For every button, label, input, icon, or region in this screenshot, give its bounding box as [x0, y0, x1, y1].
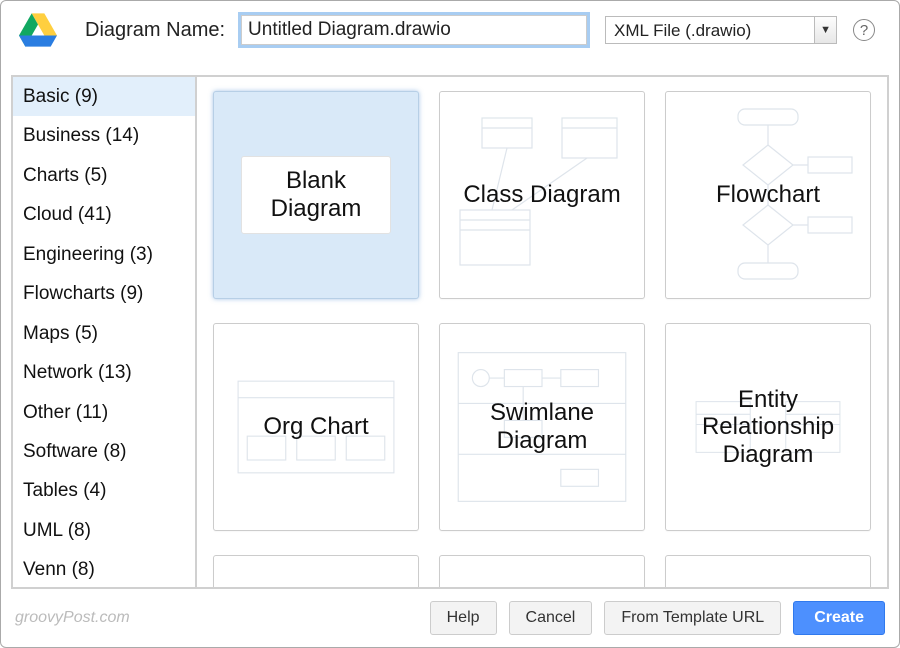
sidebar-item-maps[interactable]: Maps (5)	[13, 314, 195, 353]
template-label: Flowchart	[716, 181, 820, 209]
sidebar-item-label: Maps (5)	[23, 323, 98, 344]
template-blank-diagram[interactable]: Blank Diagram	[213, 91, 419, 299]
sidebar-item-label: Cloud (41)	[23, 204, 112, 225]
help-button[interactable]: Help	[430, 601, 497, 635]
create-button[interactable]: Create	[793, 601, 885, 635]
sidebar-item-engineering[interactable]: Engineering (3)	[13, 235, 195, 274]
template-class-diagram[interactable]: Class Diagram	[439, 91, 645, 299]
sidebar-item-flowcharts[interactable]: Flowcharts (9)	[13, 274, 195, 313]
dialog-header: Diagram Name: XML File (.drawio) ▼ ?	[1, 1, 899, 55]
template-label: Class Diagram	[463, 181, 620, 209]
sidebar-item-label: Flowcharts (9)	[23, 283, 143, 304]
sidebar-item-software[interactable]: Software (8)	[13, 432, 195, 471]
sidebar-item-cloud[interactable]: Cloud (41)	[13, 195, 195, 234]
sidebar-item-label: Business (14)	[23, 125, 139, 146]
watermark: groovyPost.com	[15, 609, 130, 627]
sidebar-item-label: Other (11)	[23, 402, 108, 423]
template-category-sidebar: Basic (9) Business (14) Charts (5) Cloud…	[13, 77, 197, 587]
sidebar-item-other[interactable]: Other (11)	[13, 393, 195, 432]
sidebar-item-label: Engineering (3)	[23, 244, 153, 265]
google-drive-icon	[19, 13, 57, 47]
from-template-url-button[interactable]: From Template URL	[604, 601, 781, 635]
sidebar-item-charts[interactable]: Charts (5)	[13, 156, 195, 195]
cancel-button[interactable]: Cancel	[509, 601, 593, 635]
template-partial-3[interactable]	[665, 555, 871, 587]
template-partial-2[interactable]	[439, 555, 645, 587]
sidebar-item-label: Network (13)	[23, 362, 132, 383]
dialog-footer: groovyPost.com Help Cancel From Template…	[15, 601, 885, 635]
sidebar-item-label: Software (8)	[23, 441, 126, 462]
help-icon[interactable]: ?	[853, 19, 875, 41]
template-label: Org Chart	[263, 413, 368, 441]
sidebar-item-label: Tables (4)	[23, 480, 106, 501]
file-format-select-wrap: XML File (.drawio) ▼	[605, 16, 837, 44]
template-label: Swimlane Diagram	[457, 399, 627, 454]
template-flowchart[interactable]: Flowchart	[665, 91, 871, 299]
template-partial-1[interactable]	[213, 555, 419, 587]
template-label: Entity Relationship Diagram	[683, 386, 853, 469]
new-diagram-dialog: Diagram Name: XML File (.drawio) ▼ ? Bas…	[0, 0, 900, 648]
sidebar-item-business[interactable]: Business (14)	[13, 116, 195, 155]
sidebar-item-label: Venn (8)	[23, 559, 95, 580]
sidebar-item-tables[interactable]: Tables (4)	[13, 471, 195, 510]
template-label: Blank Diagram	[241, 156, 391, 233]
dialog-body: Basic (9) Business (14) Charts (5) Cloud…	[11, 75, 889, 589]
sidebar-item-uml[interactable]: UML (8)	[13, 511, 195, 550]
diagram-name-label: Diagram Name:	[85, 19, 225, 42]
sidebar-item-basic[interactable]: Basic (9)	[13, 77, 195, 116]
template-thumb	[450, 566, 634, 587]
sidebar-item-network[interactable]: Network (13)	[13, 353, 195, 392]
sidebar-item-label: UML (8)	[23, 520, 91, 541]
file-format-select[interactable]: XML File (.drawio)	[605, 16, 837, 44]
sidebar-item-label: Basic (9)	[23, 86, 98, 107]
template-swimlane-diagram[interactable]: Swimlane Diagram	[439, 323, 645, 531]
sidebar-item-label: Charts (5)	[23, 165, 107, 186]
sidebar-item-venn[interactable]: Venn (8)	[13, 550, 195, 587]
diagram-name-input[interactable]	[241, 15, 587, 45]
template-org-chart[interactable]: Org Chart	[213, 323, 419, 531]
template-entity-relationship-diagram[interactable]: Entity Relationship Diagram	[665, 323, 871, 531]
template-thumb	[224, 566, 408, 587]
template-grid: Blank Diagram Class Diagram	[197, 77, 887, 587]
